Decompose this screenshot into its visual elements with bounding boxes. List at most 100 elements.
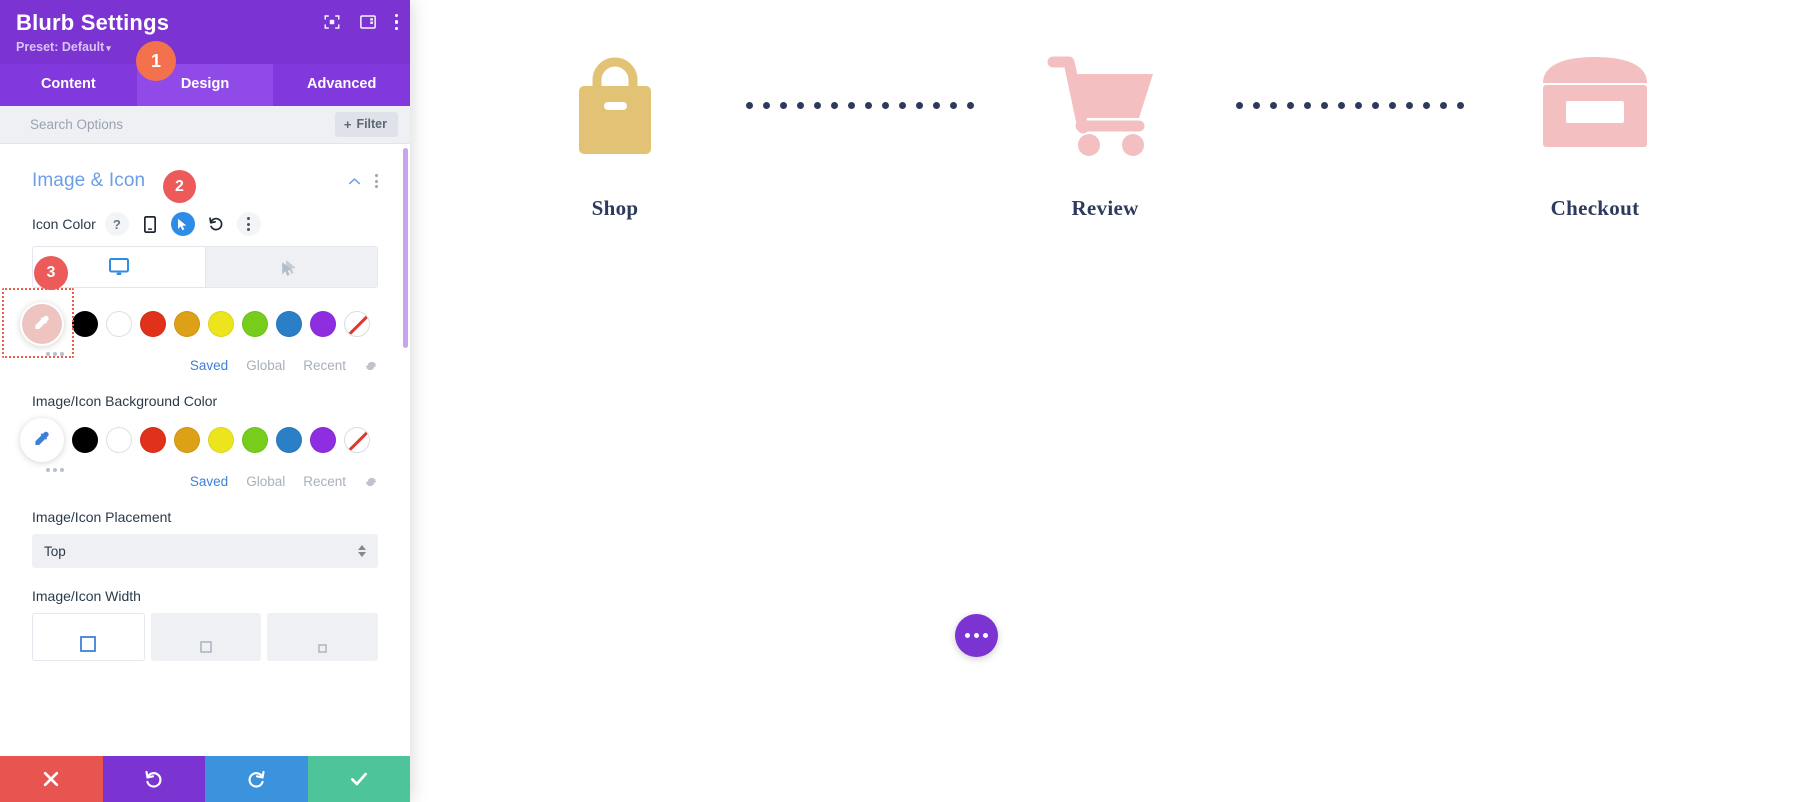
placement-select[interactable]: Top xyxy=(32,534,378,568)
link-global[interactable]: Global xyxy=(246,358,285,373)
icon-color-label: Icon Color xyxy=(32,216,96,232)
plus-icon: + xyxy=(343,116,352,132)
swatch-yellow[interactable] xyxy=(208,427,234,453)
swatch-green[interactable] xyxy=(242,427,268,453)
width-medium-icon xyxy=(200,641,212,653)
close-icon xyxy=(44,771,59,787)
fullscreen-icon[interactable] xyxy=(323,13,341,31)
swatch-transparent[interactable] xyxy=(344,311,370,337)
icon-color-more-horizontal-icon[interactable] xyxy=(46,352,378,356)
panel-scrollbar[interactable] xyxy=(403,148,408,348)
width-option-large[interactable] xyxy=(32,613,145,661)
swatch-blue[interactable] xyxy=(276,427,302,453)
more-vertical-icon[interactable] xyxy=(375,174,378,188)
checkout-steps: Shop Review Checkout xyxy=(410,40,1800,221)
bg-color-picker-button[interactable] xyxy=(20,418,64,462)
tab-content[interactable]: Content xyxy=(0,64,137,106)
help-icon[interactable]: ? xyxy=(104,212,129,236)
width-label: Image/Icon Width xyxy=(32,588,141,604)
width-option-small[interactable] xyxy=(267,613,379,661)
panel-action-bar xyxy=(0,756,410,802)
save-button[interactable] xyxy=(307,756,410,802)
redo-button[interactable] xyxy=(205,756,308,802)
page-canvas: Shop Review Checkout xyxy=(410,0,1800,802)
step-review[interactable]: Review xyxy=(955,40,1255,221)
bg-color-label: Image/Icon Background Color xyxy=(32,393,218,409)
bg-color-more-horizontal-icon[interactable] xyxy=(46,468,378,472)
swatch-black[interactable] xyxy=(72,427,98,453)
layout-columns-icon[interactable] xyxy=(359,13,377,31)
link-saved[interactable]: Saved xyxy=(190,474,228,489)
icon-color-links: Saved Global Recent xyxy=(32,358,378,373)
section-image-and-icon-header[interactable]: Image & Icon xyxy=(32,170,378,192)
link-recent[interactable]: Recent xyxy=(303,474,346,489)
section-title: Image & Icon xyxy=(32,170,146,191)
link-global[interactable]: Global xyxy=(246,474,285,489)
tab-advanced[interactable]: Advanced xyxy=(273,64,410,106)
desktop-icon xyxy=(108,258,129,275)
shopping-bag-icon xyxy=(579,57,651,154)
swatch-orange[interactable] xyxy=(174,427,200,453)
callout-badge-1: 1 xyxy=(136,41,176,81)
undo-button[interactable] xyxy=(102,756,205,802)
panel-tabs: Content Design Advanced xyxy=(0,64,410,106)
swatch-white[interactable] xyxy=(106,427,132,453)
blurb-settings-panel: Blurb Settings Preset: Default ▾ Content… xyxy=(0,0,410,802)
swatch-transparent[interactable] xyxy=(344,427,370,453)
icon-color-picker-button[interactable] xyxy=(20,302,64,346)
undo-icon xyxy=(145,770,162,788)
reset-icon[interactable] xyxy=(204,212,228,236)
panel-body: Image & Icon Icon Color ? Saved Global R… xyxy=(0,144,410,756)
filter-label: Filter xyxy=(356,117,387,131)
placement-value: Top xyxy=(44,543,66,559)
swatch-purple[interactable] xyxy=(310,311,336,337)
storefront-icon xyxy=(1543,57,1647,147)
step-icon-wrap xyxy=(465,40,765,170)
callout-badge-2: 2 xyxy=(163,170,196,203)
width-small-icon xyxy=(318,644,327,653)
panel-preset[interactable]: Preset: Default ▾ xyxy=(16,39,394,56)
callout-badge-3: 3 xyxy=(34,256,68,290)
chevron-up-icon[interactable] xyxy=(348,175,361,188)
panel-header: Blurb Settings Preset: Default ▾ xyxy=(0,0,410,64)
width-options xyxy=(32,613,379,661)
icon-color-swatches xyxy=(2,288,378,358)
gear-icon[interactable] xyxy=(364,475,378,489)
more-vertical-icon[interactable] xyxy=(236,212,261,236)
swatch-red[interactable] xyxy=(140,427,166,453)
gear-icon[interactable] xyxy=(364,359,378,373)
link-saved[interactable]: Saved xyxy=(190,358,228,373)
step-connector-1 xyxy=(746,40,974,170)
eyedropper-icon xyxy=(35,315,49,329)
swatch-green[interactable] xyxy=(242,311,268,337)
step-label: Review xyxy=(1071,196,1139,220)
shopping-cart-icon xyxy=(1047,56,1153,156)
search-row: + Filter xyxy=(0,106,410,144)
screen-root: Blurb Settings Preset: Default ▾ Content… xyxy=(0,0,1800,802)
page-settings-fab[interactable] xyxy=(955,614,998,657)
cancel-button[interactable] xyxy=(0,756,103,802)
width-option-medium[interactable] xyxy=(150,613,262,661)
icon-color-row: Icon Color ? xyxy=(32,212,378,236)
mouse-cursor-icon xyxy=(282,262,292,276)
search-input[interactable] xyxy=(30,117,335,132)
swatch-blue[interactable] xyxy=(276,311,302,337)
swatch-orange[interactable] xyxy=(174,311,200,337)
placement-label: Image/Icon Placement xyxy=(32,509,172,525)
filter-button[interactable]: + Filter xyxy=(334,112,398,137)
swatch-yellow[interactable] xyxy=(208,311,234,337)
swatch-white[interactable] xyxy=(106,311,132,337)
eyedropper-icon xyxy=(35,431,49,445)
more-vertical-icon[interactable] xyxy=(394,13,398,31)
step-checkout[interactable]: Checkout xyxy=(1445,40,1745,221)
preset-label: Preset: Default xyxy=(16,40,105,54)
chevron-down-icon: ▾ xyxy=(106,43,111,53)
mobile-icon[interactable] xyxy=(138,212,162,236)
link-recent[interactable]: Recent xyxy=(303,358,346,373)
cursor-hover-icon[interactable] xyxy=(170,212,195,236)
swatch-red[interactable] xyxy=(140,311,166,337)
step-icon-wrap xyxy=(955,40,1255,170)
swatch-black[interactable] xyxy=(72,311,98,337)
swatch-purple[interactable] xyxy=(310,427,336,453)
step-shop[interactable]: Shop xyxy=(465,40,765,221)
